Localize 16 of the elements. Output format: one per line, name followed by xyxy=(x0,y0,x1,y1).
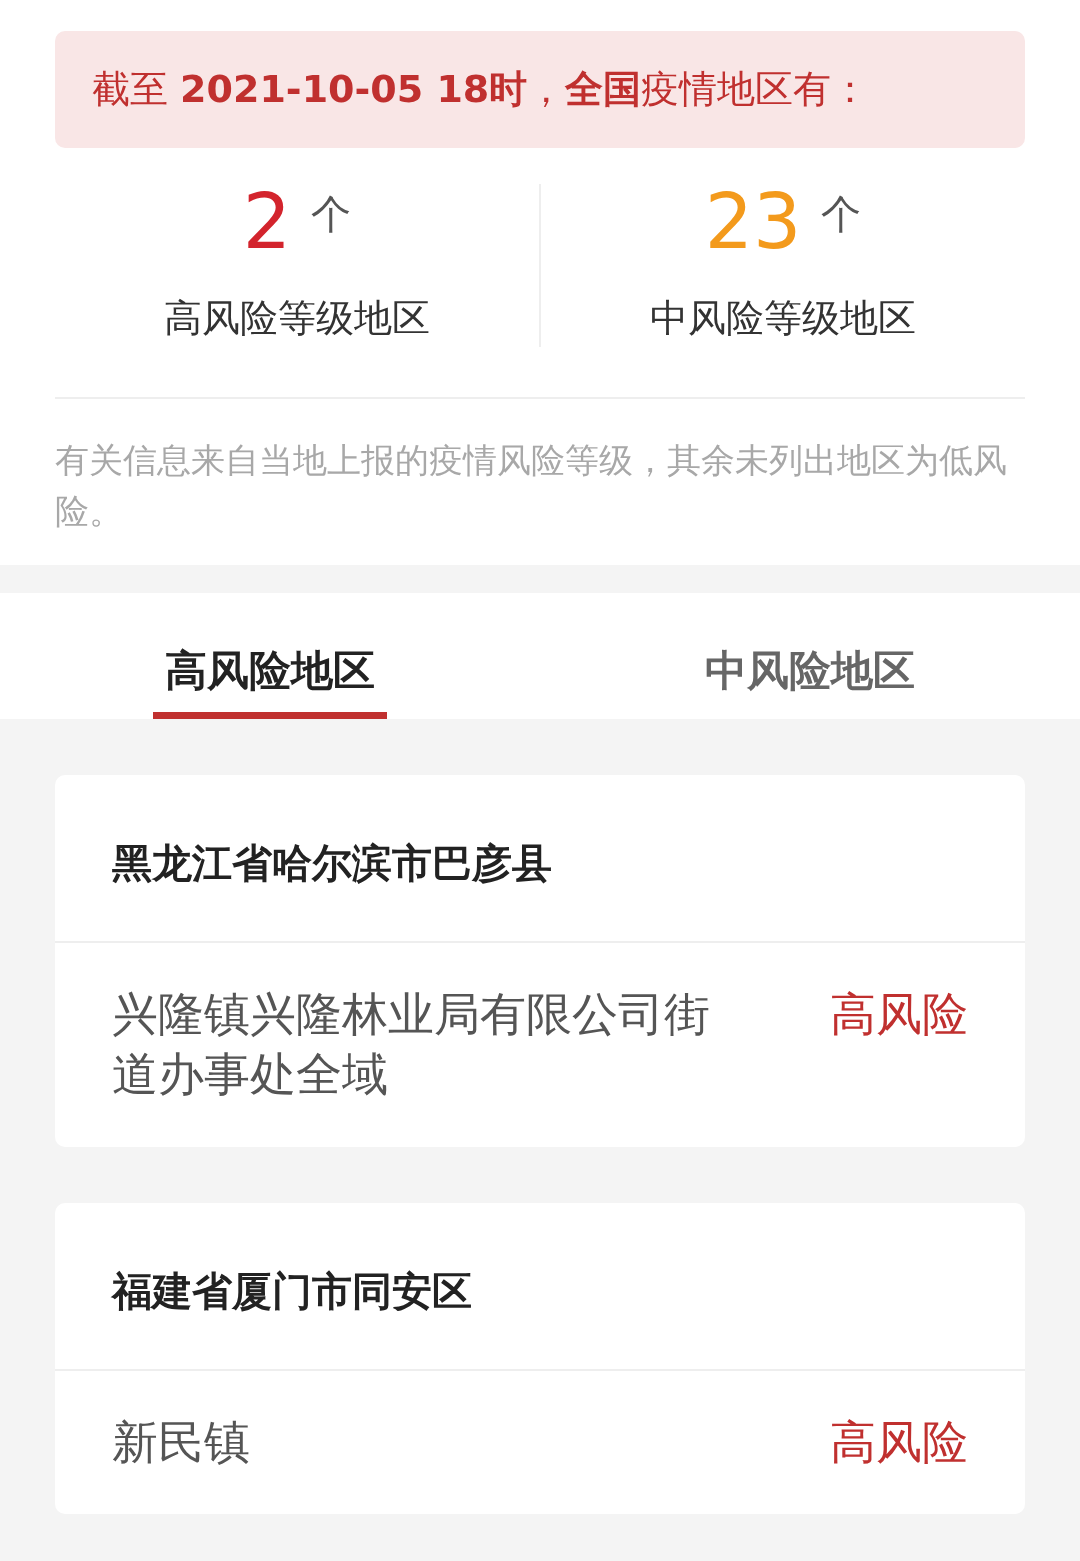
risk-level: 高风险 xyxy=(830,1413,968,1471)
stat-label: 高风险等级地区 xyxy=(163,295,431,342)
area-name: 兴隆镇兴隆林业局有限公司街道办事处全域 xyxy=(112,986,711,1103)
tab[interactable]: 中风险地区 xyxy=(693,593,927,719)
count-value: 23 xyxy=(704,177,802,266)
count-value: 2 xyxy=(242,177,292,266)
note-text: 有关信息来自当地上报的疫情风险等级，其余未列出地区为低风险。 xyxy=(55,439,1008,533)
area-name: 新民镇 xyxy=(112,1413,250,1471)
region-name: 福建省厦门市同安区 xyxy=(55,1202,1025,1371)
risk-level: 高风险 xyxy=(830,986,968,1043)
region-name: 黑龙江省哈尔滨市巴彦县 xyxy=(55,775,1025,943)
tab[interactable]: 高风险地区 xyxy=(153,593,387,719)
unit-text: 个 xyxy=(821,191,862,237)
date-banner-text: 截至 2021-10-05 18时，全国疫情地区有： xyxy=(92,67,870,111)
unit-text: 个 xyxy=(311,191,352,237)
stat-label: 中风险等级地区 xyxy=(649,295,917,342)
